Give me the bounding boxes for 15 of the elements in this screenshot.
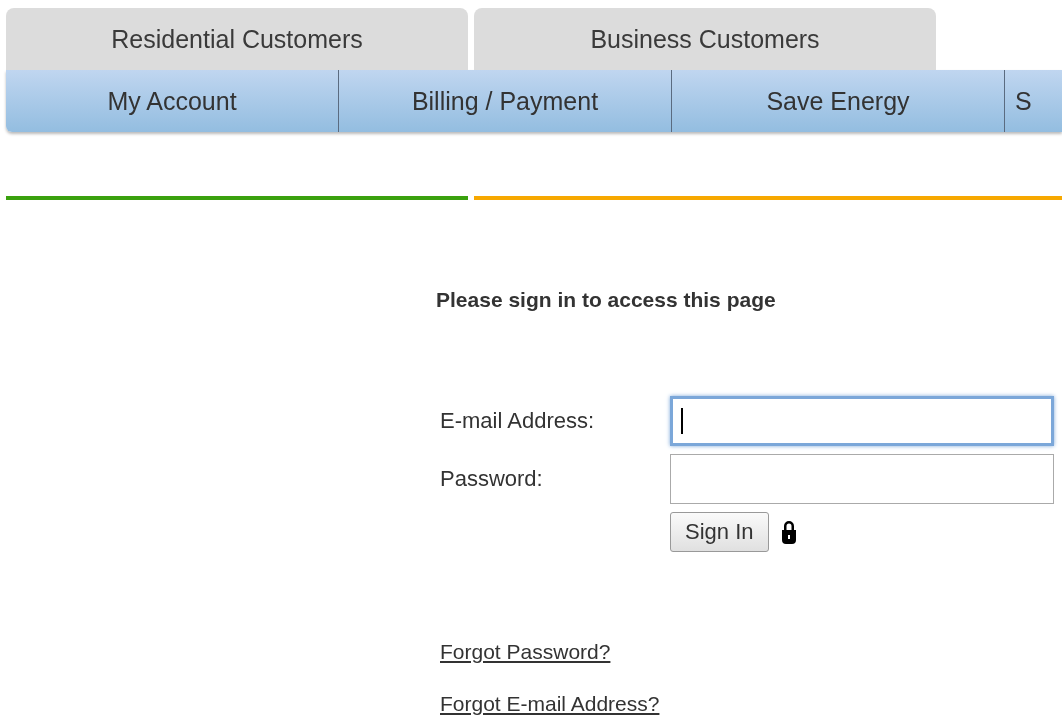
customer-tab[interactable]: Residential Customers <box>6 8 468 70</box>
nav-item[interactable]: My Account <box>6 70 339 132</box>
field-label: Password: <box>440 466 544 492</box>
email-field[interactable] <box>670 396 1054 446</box>
nav-item[interactable]: Billing / Payment <box>339 70 672 132</box>
nav-item[interactable]: S <box>1005 70 1062 132</box>
password-field[interactable] <box>670 454 1054 504</box>
sign-in-button[interactable]: Sign In <box>670 512 769 552</box>
sign-in-heading: Please sign in to access this page <box>436 287 777 313</box>
customer-tab[interactable]: Business Customers <box>474 8 936 70</box>
forgot-link[interactable]: Forgot E-mail Address? <box>440 692 660 716</box>
forgot-link[interactable]: Forgot Password? <box>440 640 611 664</box>
field-label: E-mail Address: <box>440 408 596 434</box>
lock-icon <box>780 519 797 545</box>
nav-item[interactable]: Save Energy <box>672 70 1005 132</box>
